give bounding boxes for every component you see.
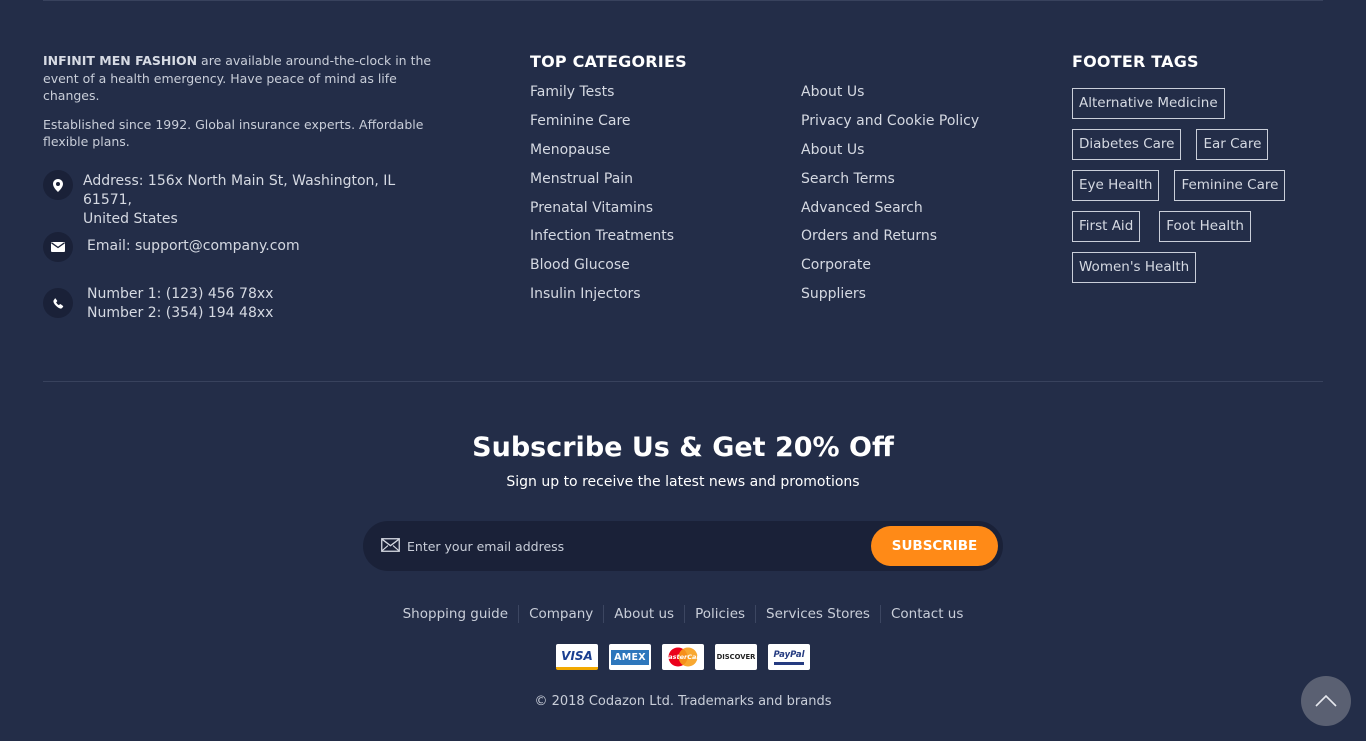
phone-number-1[interactable]: Number 1: (123) 456 78xx	[87, 285, 273, 304]
bottom-link-shopping-guide[interactable]: Shopping guide	[393, 606, 518, 622]
category-link[interactable]: Insulin Injectors	[530, 285, 674, 314]
footer-tag[interactable]: Women's Health	[1072, 252, 1197, 283]
bottom-link-about-us[interactable]: About us	[604, 606, 684, 622]
envelope-icon	[43, 232, 73, 262]
map-pin-icon	[43, 170, 73, 200]
back-to-top-button[interactable]	[1301, 676, 1351, 726]
footer-tag[interactable]: Eye Health	[1072, 170, 1160, 201]
category-link[interactable]: Blood Glucose	[530, 256, 674, 285]
category-link[interactable]: Feminine Care	[530, 112, 674, 141]
bottom-link-company[interactable]: Company	[519, 606, 603, 622]
subscribe-subtitle: Sign up to receive the latest news and p…	[506, 474, 860, 490]
category-link[interactable]: Menopause	[530, 141, 674, 170]
about-established: Established since 1992. Global insurance…	[43, 116, 424, 150]
footer-tags: Alternative Medicine Diabetes Care Ear C…	[1072, 88, 1332, 293]
mastercard-icon: MasterCard	[662, 644, 704, 670]
footer-tag[interactable]: First Aid	[1072, 211, 1141, 242]
info-link[interactable]: Privacy and Cookie Policy	[801, 112, 979, 141]
brand-name: INFINIT MEN FASHION	[43, 53, 198, 68]
phone-number-2[interactable]: Number 2: (354) 194 48xx	[87, 304, 273, 323]
email-text[interactable]: Email: support@company.com	[87, 237, 300, 256]
email-input[interactable]	[407, 531, 857, 561]
visa-icon: VISA	[556, 644, 598, 670]
info-links-list: About Us Privacy and Cookie Policy About…	[801, 83, 979, 314]
bottom-links: Shopping guide Company About us Policies…	[0, 605, 1366, 623]
payment-methods: VISA AMEX MasterCard DISCOVER PayPal	[0, 644, 1366, 670]
footer-tag[interactable]: Diabetes Care	[1072, 129, 1182, 160]
category-link[interactable]: Infection Treatments	[530, 227, 674, 256]
info-link[interactable]: Search Terms	[801, 170, 979, 199]
footer-tag[interactable]: Feminine Care	[1174, 170, 1286, 201]
info-link[interactable]: Suppliers	[801, 285, 979, 314]
categories-list: Family Tests Feminine Care Menopause Men…	[530, 83, 674, 314]
category-link[interactable]: Family Tests	[530, 83, 674, 112]
address-line-1: Address: 156x North Main St, Washington,…	[83, 173, 396, 208]
subscribe-form: SUBSCRIBE	[363, 521, 1003, 571]
about-section: INFINIT MEN FASHION are available around…	[43, 52, 443, 321]
category-link[interactable]: Prenatal Vitamins	[530, 199, 674, 228]
bottom-link-services-stores[interactable]: Services Stores	[756, 606, 880, 622]
section-divider	[43, 381, 1323, 382]
contact-phone: Number 1: (123) 456 78xx Number 2: (354)…	[43, 285, 273, 323]
info-link[interactable]: About Us	[801, 83, 979, 112]
contact-email: Email: support@company.com	[43, 232, 300, 262]
footer-tag[interactable]: Alternative Medicine	[1072, 88, 1225, 119]
top-categories-title: TOP CATEGORIES	[530, 52, 687, 71]
mail-icon	[381, 537, 400, 556]
amex-icon: AMEX	[609, 644, 651, 670]
info-link[interactable]: About Us	[801, 141, 979, 170]
category-link[interactable]: Menstrual Pain	[530, 170, 674, 199]
about-intro: INFINIT MEN FASHION are available around…	[43, 52, 443, 105]
copyright-text: © 2018 Codazon Ltd. Trademarks and brand…	[534, 694, 832, 709]
info-link[interactable]: Orders and Returns	[801, 227, 979, 256]
info-link[interactable]: Advanced Search	[801, 199, 979, 228]
info-link[interactable]: Corporate	[801, 256, 979, 285]
subscribe-title: Subscribe Us & Get 20% Off	[472, 432, 894, 463]
paypal-icon: PayPal	[768, 644, 810, 670]
contact-address: Address: 156x North Main St, Washington,…	[43, 170, 443, 229]
discover-icon: DISCOVER	[715, 644, 757, 670]
bottom-link-policies[interactable]: Policies	[685, 606, 755, 622]
footer-tags-title: FOOTER TAGS	[1072, 52, 1199, 71]
address-line-2: United States	[83, 211, 178, 227]
footer-tag[interactable]: Foot Health	[1159, 211, 1251, 242]
phone-icon	[43, 288, 73, 318]
bottom-link-contact-us[interactable]: Contact us	[881, 606, 973, 622]
chevron-up-icon	[1315, 695, 1337, 707]
footer-tag[interactable]: Ear Care	[1196, 129, 1269, 160]
subscribe-button[interactable]: SUBSCRIBE	[871, 526, 998, 566]
top-divider	[43, 0, 1323, 1]
